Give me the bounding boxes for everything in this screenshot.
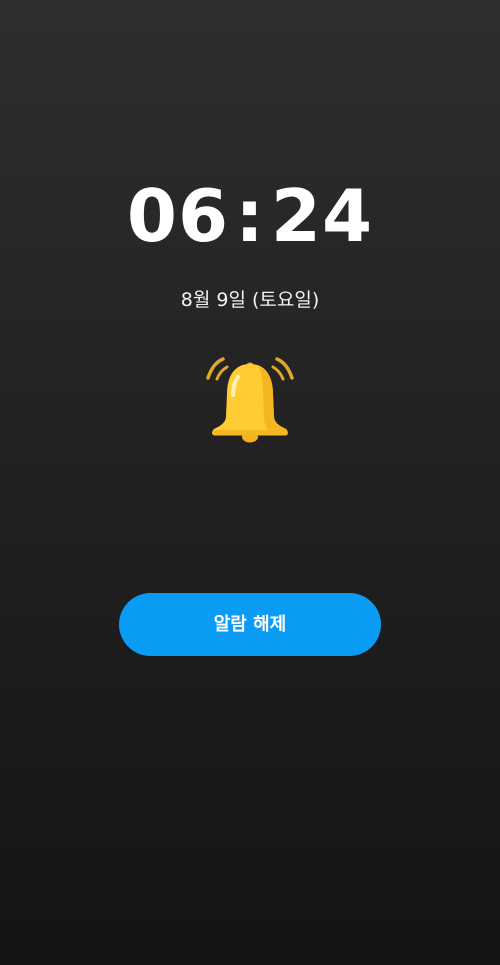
clock-display: 06:24	[0, 172, 500, 260]
clock-separator: :	[235, 174, 265, 258]
date-label: 8월 9일 (토요일)	[180, 289, 320, 311]
dismiss-alarm-button[interactable]: 알람 해제	[119, 593, 381, 656]
bell-ringing-icon	[200, 350, 300, 450]
clock-hours: 06	[126, 174, 230, 258]
clock-minutes: 24	[270, 174, 374, 258]
alarm-screen: 06:24 8월 9일 (토요일) 알람 해제	[0, 0, 500, 965]
